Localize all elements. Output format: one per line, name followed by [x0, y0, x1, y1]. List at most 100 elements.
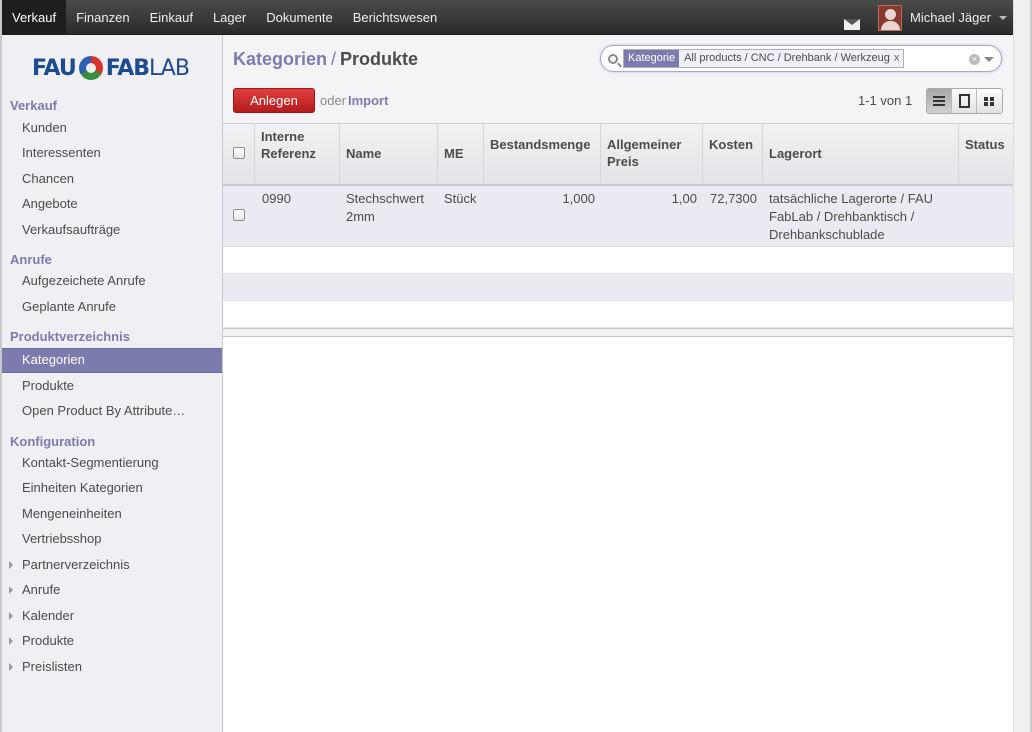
chevron-down-icon	[998, 15, 1007, 20]
sidebar-item-verkaufsauftraege[interactable]: Verkaufsaufträge	[2, 219, 222, 241]
breadcrumb-parent-link[interactable]: Kategorien	[233, 49, 327, 69]
sidebar-item-partnerverzeichnis[interactable]: Partnerverzeichnis	[2, 554, 222, 576]
search-options-chevron-icon[interactable]	[984, 57, 994, 62]
cell-allgemeiner-preis: 1,00	[671, 191, 697, 206]
facet-remove-button[interactable]: x	[894, 50, 904, 67]
top-navbar: Verkauf Finanzen Einkauf Lager Dokumente…	[2, 0, 1013, 35]
header-allgemeiner-preis[interactable]: Allgemeiner Preis	[601, 124, 703, 184]
sidebar-item-aufgezeichnete-anrufe[interactable]: Aufgezeichete Anrufe	[2, 270, 222, 292]
kanban-view-icon	[984, 97, 994, 106]
cell-lagerort-line: FabLab / Drehbanktisch /	[769, 209, 915, 224]
logo-text-fau: FAU	[32, 55, 77, 81]
table-footer	[223, 328, 1013, 337]
sidebar-item-angebote[interactable]: Angebote	[2, 193, 222, 215]
menu-lager[interactable]: Lager	[203, 0, 256, 35]
breadcrumb: Kategorien / Produkte	[233, 49, 418, 70]
sidebar-item-label: Preislisten	[22, 659, 82, 674]
header-label: Referenz	[261, 146, 316, 161]
sidebar-item-open-product-by-attribute[interactable]: Open Product By Attribute…	[2, 400, 222, 422]
table-row[interactable]: 0990 Stechschwert 2mm Stück 1,000 1,00 7…	[223, 186, 1013, 247]
sidebar-item-geplante-anrufe[interactable]: Geplante Anrufe	[2, 296, 222, 318]
view-header: Kategorien / Produkte Kategorie All produc…	[223, 35, 1013, 124]
header-select-cell	[223, 124, 255, 184]
facet-category: Kategorie	[624, 50, 680, 67]
cell-name-line: Stechschwert	[346, 191, 425, 206]
expand-arrow-icon	[9, 586, 13, 594]
header-kosten[interactable]: Kosten	[703, 124, 763, 184]
window-scrollbar[interactable]	[1013, 0, 1030, 732]
empty-row	[223, 274, 1013, 301]
logo-gear-icon	[78, 56, 103, 80]
header-label: Interne	[261, 129, 305, 144]
main-menu: Verkauf Finanzen Einkauf Lager Dokumente…	[2, 0, 447, 35]
form-view-icon	[959, 94, 970, 108]
logo-text-lab: LAB	[149, 55, 190, 81]
cell-name: Stechschwert 2mm	[340, 186, 438, 230]
sidebar-item-label: Kalender	[22, 608, 75, 623]
header-lagerort[interactable]: Lagerort	[763, 124, 959, 184]
empty-row	[223, 247, 1013, 274]
sidebar-item-label: Anrufe	[22, 582, 61, 597]
breadcrumb-separator: /	[331, 49, 337, 69]
main-content: Kategorien / Produkte Kategorie All produc…	[223, 35, 1013, 732]
avatar	[878, 4, 902, 31]
clear-search-icon[interactable]: ×	[969, 54, 980, 65]
facet-value: All products / CNC / Drehbank / Werkzeug	[684, 52, 890, 64]
expand-arrow-icon	[9, 663, 13, 671]
fablab-logo[interactable]: FAU FAB LAB	[32, 53, 190, 83]
menu-finanzen[interactable]: Finanzen	[66, 0, 139, 35]
user-name: Michael Jäger	[910, 10, 991, 25]
header-me[interactable]: ME	[438, 124, 484, 184]
sidebar-item-einheiten-kategorien[interactable]: Einheiten Kategorien	[2, 477, 222, 499]
header-interne-referenz[interactable]: Interne Referenz	[255, 124, 340, 184]
cell-kosten: 72,7300	[710, 191, 757, 206]
create-button[interactable]: Anlegen	[233, 88, 315, 113]
sidebar-item-preislisten[interactable]: Preislisten	[2, 656, 222, 678]
cell-interne-referenz: 0990	[262, 191, 291, 206]
section-title-verkauf: Verkauf	[10, 98, 57, 113]
sidebar-item-kategorien[interactable]: Kategorien	[2, 348, 222, 373]
kanban-view-button[interactable]	[977, 89, 1002, 113]
sidebar-item-label: Produkte	[22, 633, 75, 648]
mail-icon[interactable]	[844, 19, 860, 30]
sidebar-item-interessenten[interactable]: Interessenten	[2, 142, 222, 164]
cell-lagerort-line: tatsächliche Lagerorte / FAU	[769, 191, 934, 206]
sidebar-item-chancen[interactable]: Chancen	[2, 168, 222, 190]
section-title-konfiguration: Konfiguration	[10, 434, 96, 449]
header-label: Allgemeiner	[607, 137, 682, 152]
sidebar: FAU FAB LAB Verkauf Kunden Interessenten …	[2, 35, 223, 732]
section-title-anrufe: Anrufe	[10, 252, 52, 267]
sidebar-item-kontakt-segmentierung[interactable]: Kontakt-Segmentierung	[2, 452, 222, 474]
import-link[interactable]: Import	[348, 93, 388, 108]
list-view-button[interactable]	[927, 89, 952, 113]
sidebar-item-anrufe-config[interactable]: Anrufe	[2, 579, 222, 601]
search-input[interactable]: Kategorie All products / CNC / Drehbank …	[600, 45, 1002, 72]
expand-arrow-icon	[9, 637, 13, 645]
select-all-checkbox[interactable]	[233, 147, 245, 159]
sidebar-item-vertriebsshop[interactable]: Vertriebsshop	[2, 528, 222, 550]
row-checkbox[interactable]	[233, 209, 245, 221]
menu-verkauf[interactable]: Verkauf	[2, 0, 67, 35]
sidebar-item-produkte-config[interactable]: Produkte	[2, 630, 222, 652]
search-facet: Kategorie All products / CNC / Drehbank …	[623, 49, 905, 68]
form-view-button[interactable]	[952, 89, 977, 113]
pager-value[interactable]: 1-1 von 1	[858, 93, 912, 108]
sidebar-item-kalender[interactable]: Kalender	[2, 605, 222, 627]
menu-berichtswesen[interactable]: Berichtswesen	[343, 0, 448, 35]
page-title: Produkte	[340, 49, 419, 69]
logo-text-fab: FAB	[105, 55, 150, 81]
empty-row	[223, 301, 1013, 328]
sidebar-item-mengeneinheiten[interactable]: Mengeneinheiten	[2, 503, 222, 525]
section-title-produktverzeichnis: Produktverzeichnis	[10, 329, 130, 344]
view-switcher	[926, 88, 1003, 114]
list-view-icon	[933, 96, 945, 106]
sidebar-item-kunden[interactable]: Kunden	[2, 117, 222, 139]
menu-einkauf[interactable]: Einkauf	[140, 0, 203, 35]
menu-dokumente[interactable]: Dokumente	[256, 0, 342, 35]
header-name[interactable]: Name	[340, 124, 438, 184]
header-bestandsmenge[interactable]: Bestandsmenge	[484, 124, 601, 184]
sidebar-item-produkte[interactable]: Produkte	[2, 375, 222, 397]
user-menu[interactable]: Michael Jäger	[878, 4, 1007, 31]
header-status[interactable]: Status	[959, 124, 1013, 184]
sidebar-item-label: Partnerverzeichnis	[22, 557, 130, 572]
